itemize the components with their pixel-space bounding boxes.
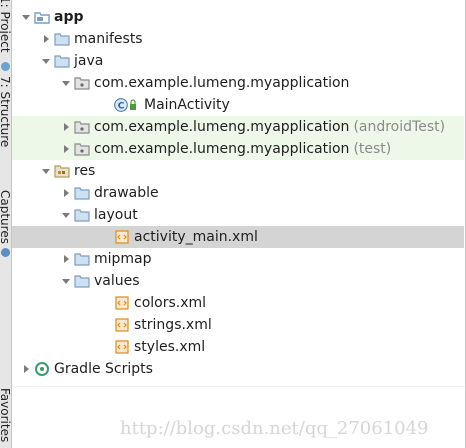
- tree-item-label: strings.xml: [134, 317, 212, 333]
- no-arrow: [100, 94, 112, 116]
- res-folder-icon: [54, 163, 70, 179]
- expand-arrow-icon[interactable]: [40, 50, 52, 72]
- collapse-arrow-icon[interactable]: [60, 182, 72, 204]
- folder-icon: [54, 53, 70, 69]
- tree-row[interactable]: C MainActivity: [12, 94, 464, 116]
- project-tree: app manifests java com.example.lumeng.myapp…: [12, 6, 466, 386]
- captures-tab-icon: [1, 248, 10, 257]
- module-folder-icon: [34, 9, 50, 25]
- tree-row[interactable]: activity_main.xml: [12, 226, 464, 248]
- tree-item-label: layout: [94, 207, 138, 223]
- tree-row[interactable]: styles.xml: [12, 336, 464, 358]
- collapse-arrow-icon[interactable]: [40, 28, 52, 50]
- tree-row[interactable]: layout: [12, 204, 464, 226]
- watermark-text: http://blog.csdn.net/qq_27061049: [120, 418, 429, 439]
- captures-tab[interactable]: Captures: [0, 186, 11, 262]
- tree-row[interactable]: values: [12, 270, 464, 292]
- gradle-icon: [34, 361, 50, 377]
- expand-arrow-icon[interactable]: [40, 160, 52, 182]
- tree-item-label: com.example.lumeng.myapplication: [94, 141, 350, 157]
- tree-row[interactable]: res: [12, 160, 464, 182]
- package-icon: [74, 75, 90, 91]
- tree-item-label: com.example.lumeng.myapplication: [94, 119, 350, 135]
- tree-item-label: res: [74, 163, 96, 179]
- tree-item-label: mipmap: [94, 251, 152, 267]
- structure-tab[interactable]: 7: Structure: [0, 62, 11, 162]
- tree-item-label: colors.xml: [134, 295, 207, 311]
- tree-item-label: styles.xml: [134, 339, 206, 355]
- tree-item-label: Gradle Scripts: [54, 361, 153, 377]
- no-arrow: [100, 292, 112, 314]
- xml-file-icon: [114, 317, 130, 333]
- tree-row[interactable]: drawable: [12, 182, 464, 204]
- structure-tab-label: 7: Structure: [0, 76, 11, 148]
- collapse-arrow-icon[interactable]: [60, 116, 72, 138]
- tree-row[interactable]: manifests: [12, 28, 464, 50]
- tree-item-label: java: [74, 53, 104, 69]
- folder-icon: [74, 251, 90, 267]
- package-icon: [74, 141, 90, 157]
- xml-file-icon: [114, 229, 130, 245]
- class-icon: C: [114, 97, 140, 113]
- project-tab[interactable]: 1: Project: [0, 0, 11, 58]
- no-arrow: [100, 336, 112, 358]
- favorites-tab-label: Favorites: [0, 388, 11, 443]
- tree-row[interactable]: java: [12, 50, 464, 72]
- tree-item-suffix: (test): [353, 141, 392, 157]
- tree-item-label: manifests: [74, 31, 143, 47]
- tree-row[interactable]: strings.xml: [12, 314, 464, 336]
- collapse-arrow-icon[interactable]: [60, 248, 72, 270]
- no-arrow: [100, 226, 112, 248]
- expand-arrow-icon[interactable]: [60, 270, 72, 292]
- tree-row[interactable]: mipmap: [12, 248, 464, 270]
- expand-arrow-icon[interactable]: [60, 72, 72, 94]
- collapse-arrow-icon[interactable]: [60, 138, 72, 160]
- expand-arrow-icon[interactable]: [60, 204, 72, 226]
- xml-file-icon: [114, 295, 130, 311]
- tree-bottom-divider: [12, 386, 465, 387]
- tree-row[interactable]: colors.xml: [12, 292, 464, 314]
- tree-item-label: drawable: [94, 185, 159, 201]
- package-icon: [74, 119, 90, 135]
- structure-tab-icon: [1, 62, 10, 71]
- tree-item-label: com.example.lumeng.myapplication: [94, 75, 350, 91]
- svg-text:C: C: [118, 102, 125, 112]
- tree-row[interactable]: app: [12, 6, 464, 28]
- folder-icon: [74, 207, 90, 223]
- folder-icon: [74, 185, 90, 201]
- tree-row[interactable]: Gradle Scripts: [12, 358, 464, 380]
- folder-icon: [74, 273, 90, 289]
- captures-tab-label: Captures: [0, 190, 11, 244]
- tree-row[interactable]: com.example.lumeng.myapplication (android…: [12, 116, 464, 138]
- tree-item-label: activity_main.xml: [134, 229, 258, 245]
- collapse-arrow-icon[interactable]: [20, 358, 32, 380]
- tool-window-strip: 1: Project 7: Structure Captures Favorit…: [0, 0, 12, 448]
- tree-item-label: app: [54, 9, 84, 25]
- folder-icon: [54, 31, 70, 47]
- tree-row[interactable]: com.example.lumeng.myapplication: [12, 72, 464, 94]
- no-arrow: [100, 314, 112, 336]
- tree-item-label: values: [94, 273, 140, 289]
- tree-row[interactable]: com.example.lumeng.myapplication (test): [12, 138, 464, 160]
- tree-item-suffix: (androidTest): [353, 119, 446, 135]
- xml-file-icon: [114, 339, 130, 355]
- project-tab-label: 1: Project: [0, 0, 11, 53]
- tree-item-label: MainActivity: [144, 97, 230, 113]
- favorites-tab[interactable]: Favorites: [0, 380, 11, 448]
- expand-arrow-icon[interactable]: [20, 6, 32, 28]
